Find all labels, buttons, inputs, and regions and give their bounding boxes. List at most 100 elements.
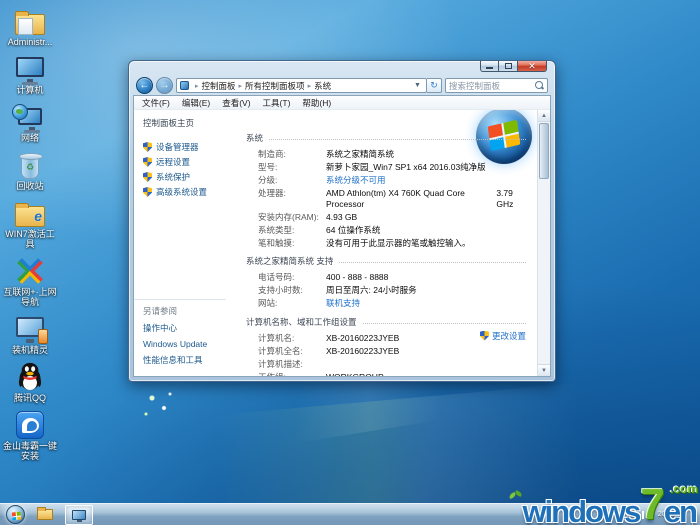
scroll-down-arrow[interactable]: ▼ [538,364,550,376]
row-system-type: 系统类型: 64 位操作系统 [258,225,526,236]
forward-button[interactable]: → [156,77,173,94]
refresh-button[interactable]: ↻ [427,78,442,93]
scrollbar-thumb[interactable] [539,123,549,179]
qq-penguin-icon [16,359,44,391]
sidebar-item-advanced-system-settings[interactable]: 高级系统设置 [143,187,232,197]
menu-tools[interactable]: 工具(T) [263,97,291,109]
icon-label: 回收站 [16,181,43,191]
cpu-speed: 3.79 GHz [496,188,526,209]
breadcrumb-all-items[interactable]: 所有控制面板项 [245,80,305,92]
folder-ie-icon: e [15,195,45,227]
computer-icon [16,51,44,83]
maximize-button[interactable] [499,61,518,72]
section-system: 系统 制造商: 系统之家精简系统 型号: 新萝卜家园_Win7 SP1 x64 … [246,132,526,248]
breadcrumb-system[interactable]: 系统 [314,80,331,92]
system-control-panel-window: ✕ ← → ▸ 控制面板 ▸ 所有控制面板项 ▸ 系统 ▼ ↻ [128,60,556,382]
wallpaper-sparkles [138,388,178,428]
desktop-icon-recycle-bin[interactable]: 回收站 [1,147,59,191]
uac-shield-icon [143,172,152,182]
see-also-title: 另请参阅 [143,305,226,317]
desktop-icon-administrator[interactable]: Administr... [1,3,59,47]
sidebar-item-performance-tools[interactable]: 性能信息和工具 [143,354,226,366]
taskbar-explorer-button[interactable] [31,505,59,525]
search-box [445,78,548,93]
icon-label: 金山毒霸一键安装 [2,441,58,461]
sidebar-item-label: 系统保护 [156,173,190,182]
hidden-icons-chevron[interactable]: ▲ [625,511,632,518]
menu-view[interactable]: 查看(V) [222,97,250,109]
desktop-icon-win7-activation-tool[interactable]: e WIN7激活工具 [1,195,59,249]
section-title: 系统之家精简系统 支持 [246,255,333,267]
change-settings-link[interactable]: 更改设置 [492,330,526,342]
desktop-icon-tencent-qq[interactable]: 腾讯QQ [1,359,59,403]
scroll-up-arrow[interactable]: ▲ [538,110,550,122]
row-phone: 电话号码: 400 - 888 - 8888 [258,272,526,283]
desktop-icon-computer[interactable]: 计算机 [1,51,59,95]
section-computer-name: 计算机名称、域和工作组设置 更改设置 计算机名: XB-20160223JYEB… [246,316,526,377]
close-button[interactable]: ✕ [518,61,547,72]
desktop-icon-duba[interactable]: 金山毒霸一键安装 [1,407,59,461]
pc-phone-icon [16,311,44,343]
taskbar-system-window-button[interactable] [65,505,93,525]
desktop-icon-install-genie[interactable]: 装机精灵 [1,311,59,355]
desktop: Administr... 计算机 网络 回收站 e WIN7激活工具 互联网+·… [0,0,700,525]
menu-help[interactable]: 帮助(H) [302,97,331,109]
sidebar-item-label: 高级系统设置 [156,188,207,197]
sidebar-item-remote-settings[interactable]: 远程设置 [143,157,232,167]
row-ram: 安装内存(RAM): 4.93 GB [258,212,526,223]
watermark-com: .com [670,483,698,495]
uac-shield-icon [480,331,489,341]
sidebar-item-device-manager[interactable]: 设备管理器 [143,142,232,152]
row-pen-touch: 笔和触摸: 没有可用于此显示器的笔或触控输入。 [258,238,526,249]
vertical-scrollbar: ▲ ▼ [537,110,550,376]
icon-label: 互联网+·上网导航 [2,287,58,307]
start-button[interactable] [6,505,25,524]
section-rule [269,139,526,140]
row-support-hours: 支持小时数: 周日至周六: 24小时服务 [258,285,526,296]
caption-buttons: ✕ [480,61,547,72]
volume-tray-icon[interactable] [648,511,654,519]
breadcrumb[interactable]: ▸ 控制面板 ▸ 所有控制面板项 ▸ 系统 ▼ [176,78,427,93]
sidebar-item-action-center[interactable]: 操作中心 [143,322,226,334]
breadcrumb-dropdown-arrow[interactable]: ▼ [412,82,423,89]
icon-label: Administr... [8,37,53,47]
sidebar-item-system-protection[interactable]: 系统保护 [143,172,232,182]
row-website: 网站: 联机支持 [258,298,526,309]
window-client-area: 文件(F) 编辑(E) 查看(V) 工具(T) 帮助(H) 控制面板主页 设备管… [133,95,551,377]
row-computer-full-name: 计算机全名: XB-20160223JYEB [258,346,526,357]
system-tray: ▲ 2009/1/1 [625,504,700,525]
system-info-content: 系统 制造商: 系统之家精简系统 型号: 新萝卜家园_Win7 SP1 x64 … [234,110,550,376]
duba-icon [16,407,44,439]
minimize-icon [486,67,493,69]
menu-bar: 文件(F) 编辑(E) 查看(V) 工具(T) 帮助(H) [134,96,550,110]
row-workgroup: 工作组: WORKGROUP [258,372,526,377]
desktop-icon-internet-navigation[interactable]: 互联网+·上网导航 [1,253,59,307]
icon-label: 腾讯QQ [14,393,46,403]
search-icon [535,81,544,90]
breadcrumb-separator: ▸ [195,82,199,90]
rating-unavailable-link[interactable]: 系统分级不可用 [326,175,386,186]
minimize-button[interactable] [480,61,499,72]
breadcrumb-control-panel[interactable]: 控制面板 [202,80,236,92]
taskbar-clock[interactable]: 2009/1/1 [658,511,685,519]
sidebar-item-windows-update[interactable]: Windows Update [143,339,226,349]
menu-edit[interactable]: 编辑(E) [182,97,210,109]
menu-file[interactable]: 文件(F) [142,97,170,109]
change-settings[interactable]: 更改设置 [480,330,526,342]
back-button[interactable]: ← [136,77,153,94]
desktop-icon-column: Administr... 计算机 网络 回收站 e WIN7激活工具 互联网+·… [1,3,61,465]
section-title: 计算机名称、域和工作组设置 [246,316,357,328]
desktop-icon-network[interactable]: 网络 [1,99,59,143]
window-titlebar[interactable]: ✕ [129,61,555,76]
network-tray-icon[interactable] [636,511,644,519]
uac-shield-icon [143,142,152,152]
search-input[interactable] [449,81,535,91]
sidebar-item-control-panel-home[interactable]: 控制面板主页 [143,117,232,129]
show-desktop-button[interactable] [692,504,700,525]
window-body: 控制面板主页 设备管理器 远程设置 系统保护 [134,110,550,376]
see-also-section: 另请参阅 操作中心 Windows Update 性能信息和工具 [134,299,226,371]
close-icon: ✕ [528,62,536,71]
taskbar: ▲ 2009/1/1 [0,503,700,525]
row-processor: 处理器: AMD Athlon(tm) X4 760K Quad Core Pr… [258,188,526,209]
online-support-link[interactable]: 联机支持 [326,298,360,309]
